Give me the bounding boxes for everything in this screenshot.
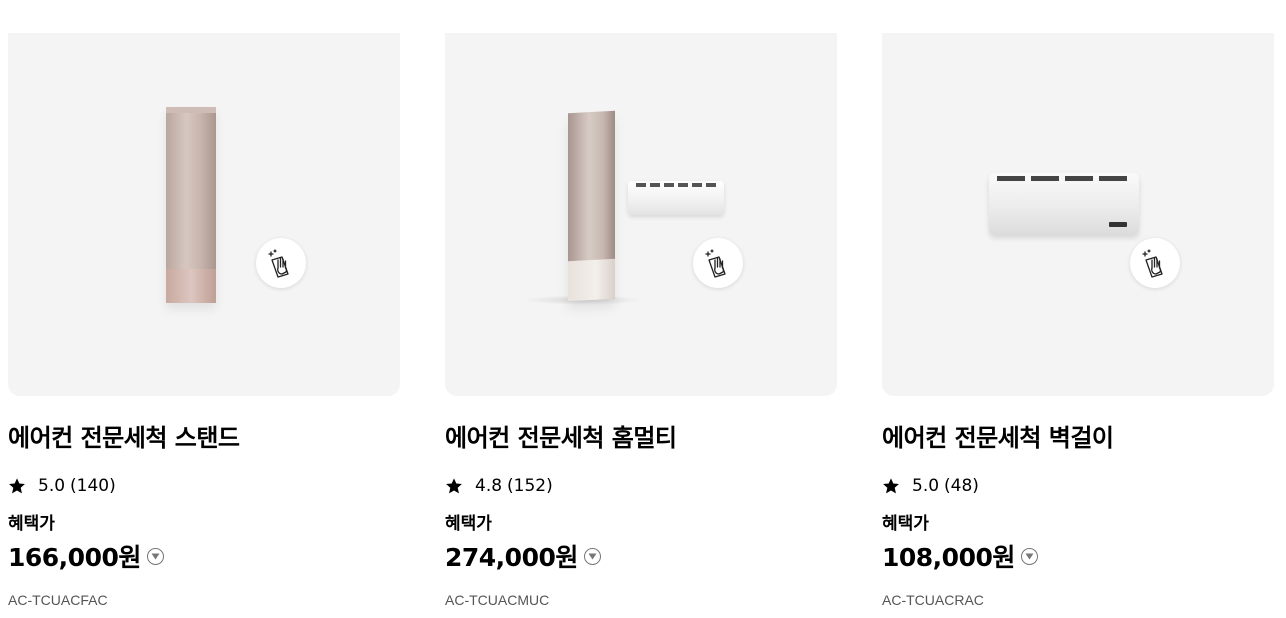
price-row: 166,000원: [8, 538, 164, 574]
wall-air-conditioner-image: [989, 173, 1139, 235]
product-title[interactable]: 에어컨 전문세척 벽걸이: [882, 418, 1114, 453]
cleaning-hand-icon: [268, 249, 289, 278]
review-count: (48): [944, 476, 979, 496]
chevron-down-icon: [151, 553, 160, 559]
model-code: AC-TCUACFAC: [8, 592, 108, 608]
chevron-down-icon: [588, 553, 597, 559]
product-price: 274,000원: [445, 543, 578, 572]
model-code: AC-TCUACRAC: [882, 592, 984, 608]
product-rating: 5.0 (140): [8, 474, 116, 498]
wall-air-conditioner-image: [628, 181, 724, 215]
model-code: AC-TCUACMUC: [445, 592, 550, 608]
product-title[interactable]: 에어컨 전문세척 홈멀티: [445, 418, 677, 453]
rating-score: 5.0: [38, 476, 66, 496]
star-icon: [9, 478, 25, 494]
product-image-area[interactable]: [445, 33, 837, 396]
product-image-area[interactable]: [882, 33, 1274, 396]
standing-air-conditioner-image: [568, 110, 615, 302]
rating-score: 5.0: [912, 476, 940, 496]
product-title[interactable]: 에어컨 전문세척 스탠드: [8, 418, 240, 453]
benefit-price-label: 혜택가: [8, 514, 55, 534]
price-detail-toggle[interactable]: [583, 547, 601, 565]
benefit-price-label: 혜택가: [882, 514, 929, 534]
product-image-area[interactable]: [8, 33, 400, 396]
review-count: (152): [507, 476, 553, 496]
benefit-price-label: 혜택가: [445, 514, 492, 534]
product-card[interactable]: 에어컨 전문세척 스탠드 5.0 (140) 혜택가 166,000원 AC-T…: [8, 0, 400, 618]
product-price: 108,000원: [882, 543, 1015, 572]
review-count: (140): [70, 476, 116, 496]
cleaning-badge: [1130, 238, 1180, 288]
product-grid: 에어컨 전문세척 스탠드 5.0 (140) 혜택가 166,000원 AC-T…: [8, 0, 1278, 618]
price-detail-toggle[interactable]: [146, 547, 164, 565]
price-detail-toggle[interactable]: [1020, 547, 1038, 565]
cleaning-hand-icon: [705, 249, 726, 278]
product-card[interactable]: 에어컨 전문세척 벽걸이 5.0 (48) 혜택가 108,000원 AC-TC…: [882, 0, 1274, 618]
star-icon: [446, 478, 462, 494]
product-rating: 4.8 (152): [445, 474, 553, 498]
cleaning-badge: [256, 238, 306, 288]
product-rating: 5.0 (48): [882, 474, 979, 498]
price-row: 108,000원: [882, 538, 1038, 574]
product-price: 166,000원: [8, 543, 141, 572]
standing-air-conditioner-image: [166, 107, 216, 303]
cleaning-badge: [693, 238, 743, 288]
product-card[interactable]: 에어컨 전문세척 홈멀티 4.8 (152) 혜택가 274,000원 AC-T…: [445, 0, 837, 618]
cleaning-hand-icon: [1142, 249, 1163, 278]
star-icon: [883, 478, 899, 494]
price-row: 274,000원: [445, 538, 601, 574]
chevron-down-icon: [1025, 553, 1034, 559]
rating-score: 4.8: [475, 476, 503, 496]
